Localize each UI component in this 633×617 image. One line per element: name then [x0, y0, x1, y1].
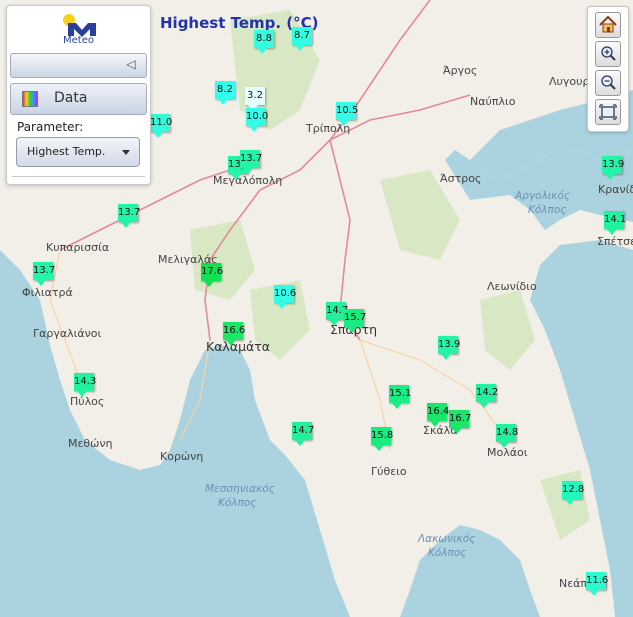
place-label: Κυπαρισσία: [46, 241, 110, 254]
place-label: Πύλος: [70, 395, 105, 408]
place-label: Άστρος: [440, 172, 482, 185]
zoom-out-button[interactable]: [595, 70, 621, 96]
place-label: Κρανίδι: [598, 183, 633, 196]
place-label: Μεθώνη: [68, 437, 113, 450]
place-label: Σπέτσες: [597, 235, 633, 248]
sea-label: Μεσσηνιακός: [205, 483, 275, 495]
station-marker[interactable]: 15.7: [344, 309, 366, 333]
station-marker[interactable]: 13.7: [240, 150, 262, 174]
station-marker[interactable]: 13.9: [602, 156, 624, 180]
place-label: Άργος: [443, 64, 478, 77]
zoom-out-icon: [601, 75, 616, 90]
fit-extent-icon: [599, 104, 617, 120]
station-marker[interactable]: 3.2: [245, 87, 265, 111]
station-marker[interactable]: 14.2: [476, 384, 498, 408]
station-marker[interactable]: 13.9: [438, 336, 460, 360]
place-label: Λεωνίδιο: [487, 280, 537, 293]
station-marker[interactable]: 13.7: [33, 262, 55, 286]
place-label: Κορώνη: [160, 450, 204, 463]
control-panel: Meteo ◁ Data Parameter: Highest Temp.: [6, 5, 151, 185]
station-marker[interactable]: 10.5: [336, 102, 358, 126]
place-label: Ναύπλιο: [470, 95, 516, 108]
sea-label: Αργολικός: [515, 190, 571, 202]
station-marker[interactable]: 14.3: [74, 373, 96, 397]
sea-label: Λακωνικός: [418, 533, 476, 545]
parameter-label: Parameter:: [17, 120, 84, 134]
station-marker[interactable]: 13.7: [118, 204, 140, 228]
sea-label: Κόλπος: [218, 497, 257, 509]
station-marker[interactable]: 15.8: [371, 427, 393, 451]
station-marker[interactable]: 11.0: [150, 114, 172, 138]
place-label: Φιλιατρά: [22, 286, 73, 299]
station-marker[interactable]: 11.6: [586, 572, 608, 596]
station-marker[interactable]: 14.8: [496, 424, 518, 448]
station-marker[interactable]: 15.1: [389, 385, 411, 409]
sea-label: Κόλπος: [428, 547, 467, 559]
station-marker[interactable]: 8.8: [254, 30, 274, 54]
data-button[interactable]: Data: [10, 83, 147, 115]
full-extent-button[interactable]: [595, 99, 621, 125]
map-controls: [587, 6, 629, 132]
zoom-in-icon: [601, 46, 616, 61]
sea-label: Κόλπος: [528, 204, 567, 216]
station-marker[interactable]: 16.4: [427, 403, 449, 427]
station-marker[interactable]: 12.8: [562, 481, 584, 505]
place-label: Γύθειο: [371, 465, 407, 478]
chevron-down-icon: [122, 150, 130, 155]
station-marker[interactable]: 8.7: [292, 27, 312, 51]
zoom-in-button[interactable]: [595, 41, 621, 67]
place-label: Γαργαλιάνοι: [33, 327, 102, 340]
station-marker[interactable]: 14.7: [326, 302, 348, 326]
station-marker[interactable]: 14.7: [292, 422, 314, 446]
place-label: Μεγαλόπολη: [213, 174, 283, 187]
station-marker[interactable]: 14.1: [604, 211, 626, 235]
station-marker[interactable]: 8.2: [215, 81, 235, 105]
station-marker[interactable]: 10.0: [246, 108, 268, 132]
station-marker[interactable]: 16.7: [449, 410, 471, 434]
station-marker[interactable]: 16.6: [223, 322, 245, 346]
data-button-label: Data: [54, 90, 88, 106]
color-palette-icon: [22, 91, 38, 107]
station-marker[interactable]: 10.6: [274, 285, 296, 309]
parameter-selected-value: Highest Temp.: [27, 145, 106, 158]
logo-text: Meteo: [63, 35, 94, 46]
home-icon: [599, 15, 617, 33]
place-label: Καλαμάτα: [206, 339, 271, 354]
parameter-select[interactable]: Highest Temp.: [16, 137, 140, 167]
panel-toggle-slider[interactable]: ◁: [10, 53, 147, 78]
home-button[interactable]: [595, 12, 621, 38]
pointer-left-icon[interactable]: ◁: [124, 58, 138, 71]
panel-divider: [12, 176, 145, 177]
station-marker[interactable]: 17.6: [201, 263, 223, 287]
